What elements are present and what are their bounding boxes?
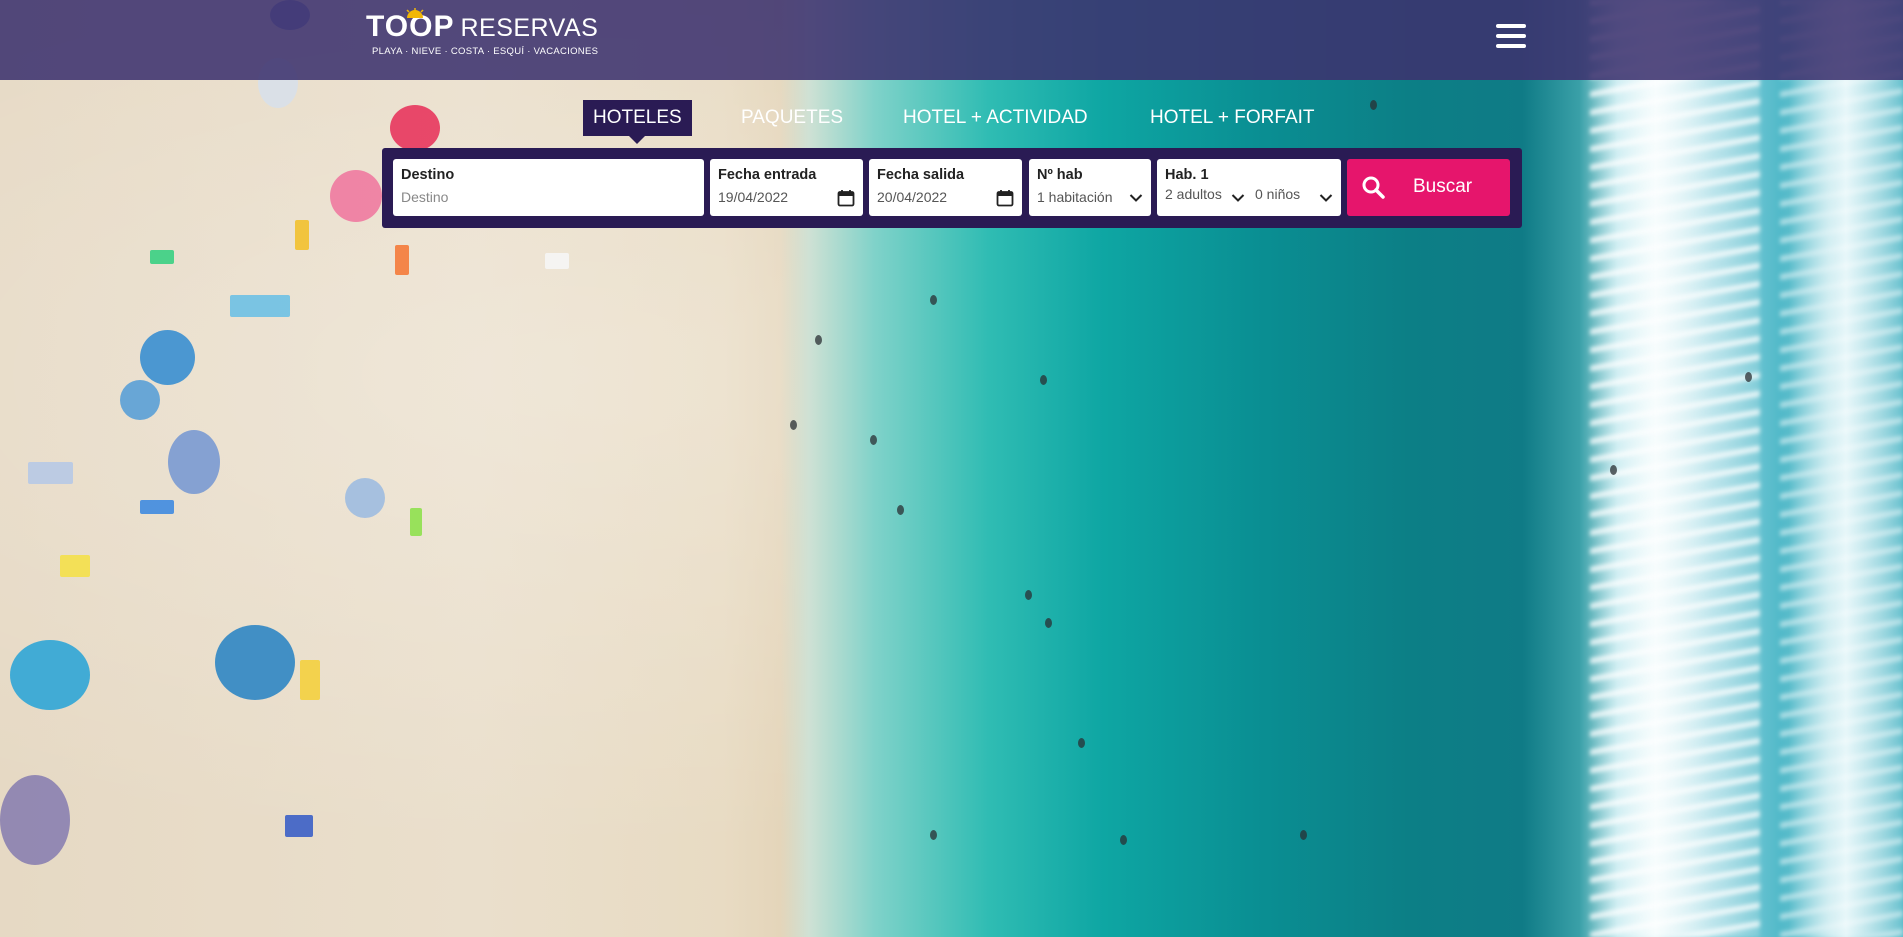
towel — [60, 555, 90, 577]
ninos-select[interactable]: 0 niños — [1255, 186, 1300, 202]
num-hab-label: Nº hab — [1037, 167, 1083, 183]
fecha-salida-value[interactable]: 20/04/2022 — [877, 189, 1014, 205]
umbrella — [345, 478, 385, 518]
towel — [300, 660, 320, 700]
swimmer — [1745, 372, 1752, 382]
swimmer — [897, 505, 904, 515]
fecha-entrada-field[interactable]: Fecha entrada 19/04/2022 — [710, 159, 863, 216]
destino-field[interactable]: Destino — [393, 159, 704, 216]
swimmer — [1040, 375, 1047, 385]
tab-paquetes[interactable]: PAQUETES — [731, 100, 853, 136]
swimmer — [1078, 738, 1085, 748]
umbrella — [0, 775, 70, 865]
umbrella — [10, 640, 90, 710]
chevron-down-icon[interactable] — [1231, 193, 1245, 203]
towel — [140, 500, 174, 514]
buscar-button[interactable]: Buscar — [1347, 159, 1510, 216]
umbrella — [140, 330, 195, 385]
hamburger-menu-icon[interactable] — [1496, 24, 1526, 50]
swimmer — [815, 335, 822, 345]
hab1-label: Hab. 1 — [1165, 167, 1209, 183]
towel — [150, 250, 174, 264]
search-icon — [1362, 176, 1385, 199]
background-beach-image — [0, 0, 1903, 937]
swimmer — [930, 295, 937, 305]
swimmer — [1300, 830, 1307, 840]
umbrella — [120, 380, 160, 420]
logo-tagline: PLAYA · NIEVE · COSTA · ESQUÍ · VACACION… — [372, 46, 599, 57]
calendar-icon[interactable] — [996, 189, 1014, 207]
adultos-select[interactable]: 2 adultos — [1165, 186, 1222, 202]
towel — [395, 245, 409, 275]
swimmer — [1045, 618, 1052, 628]
calendar-icon[interactable] — [837, 189, 855, 207]
fecha-salida-field[interactable]: Fecha salida 20/04/2022 — [869, 159, 1022, 216]
umbrella — [330, 170, 382, 222]
buscar-label: Buscar — [1413, 176, 1473, 197]
towel — [295, 220, 309, 250]
swimmer — [790, 420, 797, 430]
swimmer — [1120, 835, 1127, 845]
hotel-search-form: Destino Fecha entrada 19/04/2022 Fecha s… — [382, 148, 1522, 228]
site-header: TOOP RESERVAS PLAYA · NIEVE · COSTA · ESQ… — [0, 0, 1903, 80]
tab-hotel-actividad[interactable]: HOTEL + ACTIVIDAD — [893, 100, 1098, 136]
towel — [410, 508, 422, 536]
fecha-entrada-value[interactable]: 19/04/2022 — [718, 189, 855, 205]
num-habitaciones-select[interactable]: Nº hab 1 habitación — [1029, 159, 1151, 216]
swimmer — [1370, 100, 1377, 110]
swimmer — [870, 435, 877, 445]
umbrella — [168, 430, 220, 494]
towel — [285, 815, 313, 837]
destino-label: Destino — [401, 167, 455, 183]
towel — [28, 462, 73, 484]
swimmer — [930, 830, 937, 840]
fecha-entrada-label: Fecha entrada — [718, 167, 817, 183]
swimmer — [1025, 590, 1032, 600]
umbrella — [215, 625, 295, 700]
towel — [545, 253, 569, 269]
hab1-occupancy-field[interactable]: Hab. 1 2 adultos 0 niños — [1157, 159, 1341, 216]
towel — [230, 295, 290, 317]
logo-name: RESERVAS — [460, 14, 599, 42]
chevron-down-icon[interactable] — [1319, 193, 1333, 203]
destino-input[interactable] — [401, 189, 696, 205]
umbrella — [390, 105, 440, 151]
fecha-salida-label: Fecha salida — [877, 167, 965, 183]
surf-foam-outer — [1780, 0, 1903, 937]
tab-hoteles[interactable]: HOTELES — [583, 100, 692, 144]
num-hab-value[interactable]: 1 habitación — [1037, 189, 1143, 205]
chevron-down-icon[interactable] — [1129, 193, 1143, 203]
tab-hotel-forfait[interactable]: HOTEL + FORFAIT — [1140, 100, 1325, 136]
swimmer — [1610, 465, 1617, 475]
site-logo[interactable]: TOOP RESERVAS PLAYA · NIEVE · COSTA · ESQ… — [366, 8, 599, 57]
sun-icon — [406, 8, 424, 18]
